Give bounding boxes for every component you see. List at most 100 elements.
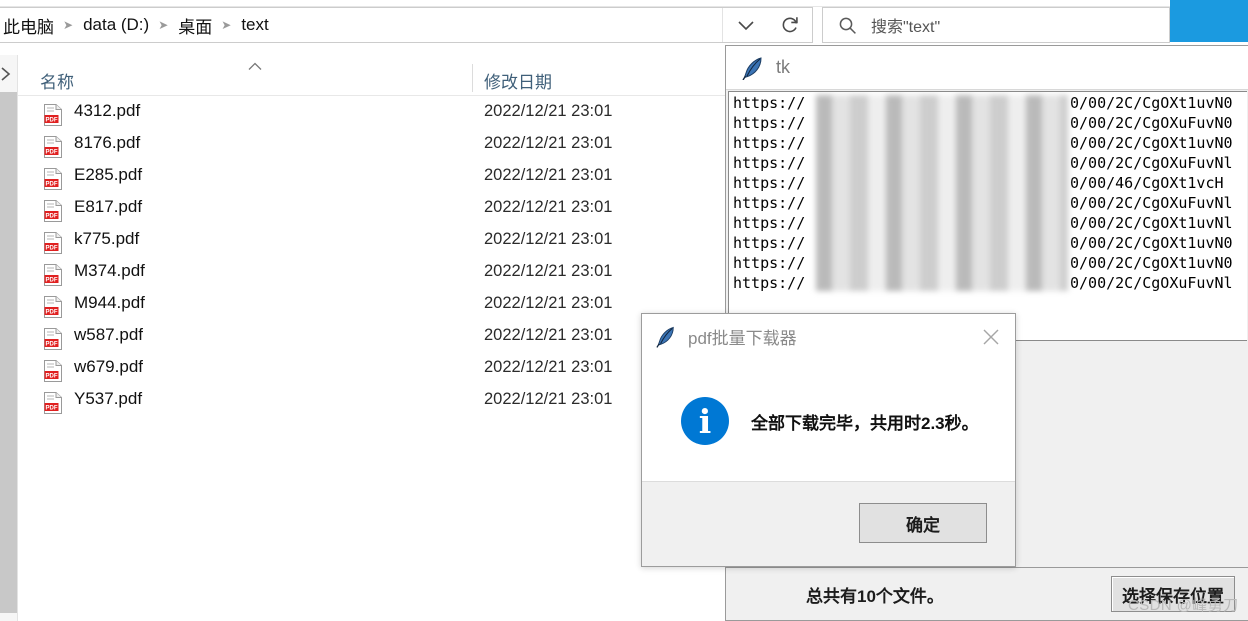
address-history-dropdown[interactable]: [722, 8, 768, 42]
svg-text:PDF: PDF: [46, 374, 58, 380]
pdf-file-icon: PDF: [44, 392, 62, 414]
file-date: 2022/12/21 23:01: [484, 390, 613, 408]
url-prefix: https://: [733, 154, 806, 172]
url-text-widget[interactable]: https:// 0/00/2C/CgOXt1uvN0 https:// 0/0…: [728, 91, 1247, 341]
collapse-chevron-icon[interactable]: [0, 62, 16, 82]
download-complete-dialog: pdf批量下载器 i 全部下载完毕，共用时2.3秒。 确定: [641, 313, 1016, 567]
file-date: 2022/12/21 23:01: [484, 198, 613, 216]
navigation-pane-scrollbar[interactable]: [0, 92, 17, 613]
url-suffix: 0/00/2C/CgOXt1uvN0: [1070, 94, 1233, 112]
file-date: 2022/12/21 23:01: [484, 262, 613, 280]
url-prefix: https://: [733, 134, 806, 152]
search-placeholder: 搜索"text": [871, 19, 941, 36]
breadcrumb-separator-icon: ➤: [158, 18, 169, 32]
tk-title-label: tk: [776, 57, 791, 77]
url-suffix: 0/00/46/CgOXt1vcH: [1070, 174, 1224, 192]
column-header-date[interactable]: 修改日期: [484, 68, 552, 93]
dialog-message: 全部下载完毕，共用时2.3秒。: [751, 413, 979, 433]
url-suffix: 0/00/2C/CgOXuFuvNl: [1070, 274, 1233, 292]
url-prefix: https://: [733, 114, 806, 132]
chevron-down-icon: [737, 20, 754, 30]
breadcrumb-item-3[interactable]: text: [238, 15, 271, 35]
refresh-icon: [782, 17, 798, 33]
file-name[interactable]: k775.pdf: [74, 229, 139, 249]
sort-ascending-icon: [248, 62, 262, 70]
window-caption-accent: [1170, 0, 1248, 42]
breadcrumb-separator-icon: ➤: [63, 18, 74, 32]
url-prefix: https://: [733, 194, 806, 212]
redaction-blur-overlay: [816, 95, 1068, 291]
dialog-title-bar[interactable]: pdf批量下载器: [642, 314, 1015, 359]
url-prefix: https://: [733, 234, 806, 252]
address-bar[interactable]: 此电脑 ➤ data (D:) ➤ 桌面 ➤ text: [0, 7, 768, 43]
close-button[interactable]: [967, 314, 1015, 359]
svg-text:PDF: PDF: [46, 278, 58, 284]
breadcrumb-item-1[interactable]: data (D:): [80, 15, 152, 35]
url-prefix: https://: [733, 254, 806, 272]
dialog-footer: 确定: [642, 481, 1015, 566]
explorer-toolbar: 此电脑 ➤ data (D:) ➤ 桌面 ➤ text 搜索"text": [0, 7, 1170, 43]
file-date: 2022/12/21 23:01: [484, 166, 613, 184]
svg-text:PDF: PDF: [46, 406, 58, 412]
file-name[interactable]: w587.pdf: [74, 325, 143, 345]
url-suffix: 0/00/2C/CgOXt1uvN0: [1070, 234, 1233, 252]
url-prefix: https://: [733, 174, 806, 192]
column-divider[interactable]: [472, 64, 473, 92]
svg-text:PDF: PDF: [46, 342, 58, 348]
breadcrumb: 此电脑 ➤ data (D:) ➤ 桌面 ➤ text: [0, 13, 272, 38]
file-date: 2022/12/21 23:01: [484, 230, 613, 248]
tk-status-bar: 总共有10个文件。 选择保存位置: [726, 567, 1248, 620]
choose-save-location-button[interactable]: 选择保存位置: [1111, 576, 1235, 612]
pdf-file-icon: PDF: [44, 328, 62, 350]
url-suffix: 0/00/2C/CgOXt1uvN0: [1070, 134, 1233, 152]
info-icon: i: [681, 397, 729, 445]
pdf-file-icon: PDF: [44, 136, 62, 158]
pdf-file-icon: PDF: [44, 104, 62, 126]
tk-title-bar[interactable]: tk: [726, 46, 1248, 90]
column-header-name[interactable]: 名称: [40, 68, 74, 93]
refresh-button[interactable]: [768, 7, 813, 43]
search-icon: [823, 16, 871, 35]
dialog-body: i 全部下载完毕，共用时2.3秒。: [642, 359, 1015, 483]
url-suffix: 0/00/2C/CgOXuFuvN0: [1070, 114, 1233, 132]
url-suffix: 0/00/2C/CgOXuFuvNl: [1070, 194, 1233, 212]
file-name[interactable]: M944.pdf: [74, 293, 145, 313]
svg-text:PDF: PDF: [46, 150, 58, 156]
file-date: 2022/12/21 23:01: [484, 102, 613, 120]
file-date: 2022/12/21 23:01: [484, 134, 613, 152]
url-suffix: 0/00/2C/CgOXuFuvNl: [1070, 154, 1233, 172]
ok-button[interactable]: 确定: [859, 503, 987, 543]
file-name[interactable]: E285.pdf: [74, 165, 142, 185]
svg-text:PDF: PDF: [46, 214, 58, 220]
search-input[interactable]: 搜索"text": [822, 7, 1170, 43]
pdf-file-icon: PDF: [44, 232, 62, 254]
url-prefix: https://: [733, 274, 806, 292]
file-name[interactable]: M374.pdf: [74, 261, 145, 281]
file-name[interactable]: w679.pdf: [74, 357, 143, 377]
url-prefix: https://: [733, 214, 806, 232]
file-date: 2022/12/21 23:01: [484, 294, 613, 312]
tkinter-feather-icon: [656, 326, 674, 348]
url-suffix: 0/00/2C/CgOXt1uvN0: [1070, 254, 1233, 272]
file-name[interactable]: Y537.pdf: [74, 389, 142, 409]
svg-text:PDF: PDF: [46, 310, 58, 316]
pdf-file-icon: PDF: [44, 200, 62, 222]
svg-text:PDF: PDF: [46, 118, 58, 124]
svg-text:PDF: PDF: [46, 182, 58, 188]
file-name[interactable]: E817.pdf: [74, 197, 142, 217]
pdf-file-icon: PDF: [44, 296, 62, 318]
file-date: 2022/12/21 23:01: [484, 326, 613, 344]
url-suffix: 0/00/2C/CgOXt1uvNl: [1070, 214, 1233, 232]
pdf-file-icon: PDF: [44, 264, 62, 286]
close-icon: [983, 329, 999, 344]
svg-text:PDF: PDF: [46, 246, 58, 252]
pdf-file-icon: PDF: [44, 360, 62, 382]
file-count-label: 总共有10个文件。: [806, 587, 944, 606]
file-name[interactable]: 4312.pdf: [74, 101, 140, 121]
file-name[interactable]: 8176.pdf: [74, 133, 140, 153]
window-caption-strip: [0, 0, 1170, 7]
url-prefix: https://: [733, 94, 806, 112]
tkinter-feather-icon: [742, 56, 762, 80]
breadcrumb-item-2[interactable]: 桌面: [175, 13, 215, 38]
breadcrumb-item-0[interactable]: 此电脑: [0, 13, 57, 38]
